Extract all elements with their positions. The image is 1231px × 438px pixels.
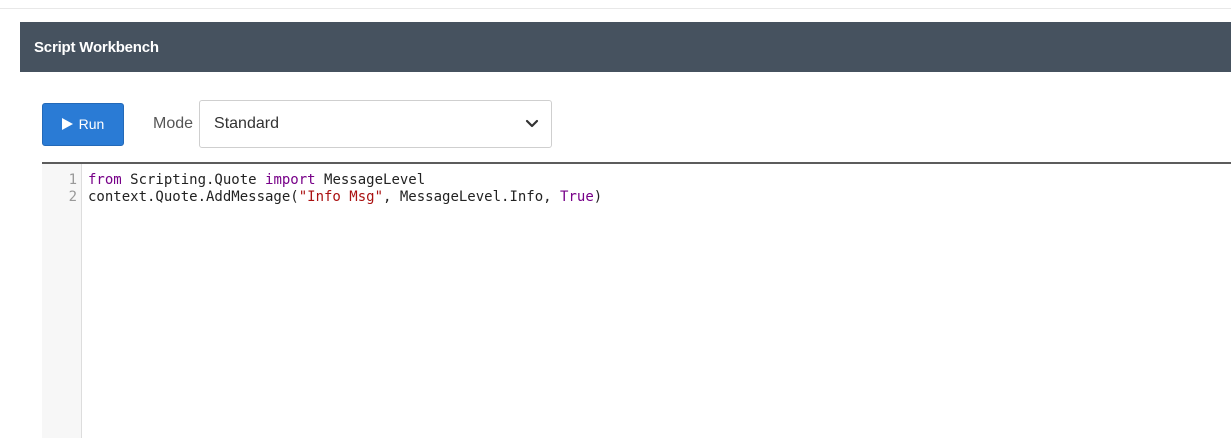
- top-divider: [0, 8, 1231, 9]
- toolbar: Run Mode Standard: [42, 100, 553, 148]
- chevron-down-icon: [525, 119, 539, 128]
- line-number: 2: [68, 189, 77, 205]
- code-token-plain: ): [593, 189, 603, 205]
- code-token-keyword: from: [88, 172, 122, 188]
- page-title: Script Workbench: [34, 38, 159, 56]
- code-token-plain: Scripting.Quote: [121, 172, 266, 188]
- code-token-plain: MessageLevel: [315, 172, 426, 188]
- code-editor[interactable]: 12 from Scripting.Quote import MessageLe…: [42, 162, 1231, 438]
- panel-header: Script Workbench: [20, 22, 1231, 72]
- line-number-gutter: 12: [42, 164, 82, 438]
- run-button[interactable]: Run: [42, 102, 124, 146]
- code-token-string: "Info Msg": [298, 189, 384, 205]
- run-button-label: Run: [78, 116, 105, 132]
- code-token-keyword: True: [560, 189, 594, 205]
- mode-select[interactable]: Standard: [199, 100, 553, 148]
- code-line: from Scripting.Quote import MessageLevel: [88, 172, 1231, 189]
- play-icon: [61, 118, 73, 130]
- mode-label: Mode: [153, 115, 194, 132]
- code-line: context.Quote.AddMessage("Info Msg", Mes…: [88, 189, 1231, 206]
- code-token-keyword: import: [265, 172, 316, 188]
- code-token-plain: , MessageLevel.Info,: [383, 189, 561, 205]
- line-number: 1: [68, 172, 77, 188]
- mode-select-value: Standard: [214, 115, 279, 132]
- code-area[interactable]: from Scripting.Quote import MessageLevel…: [82, 164, 1231, 438]
- code-token-plain: context.Quote.AddMessage(: [88, 189, 299, 205]
